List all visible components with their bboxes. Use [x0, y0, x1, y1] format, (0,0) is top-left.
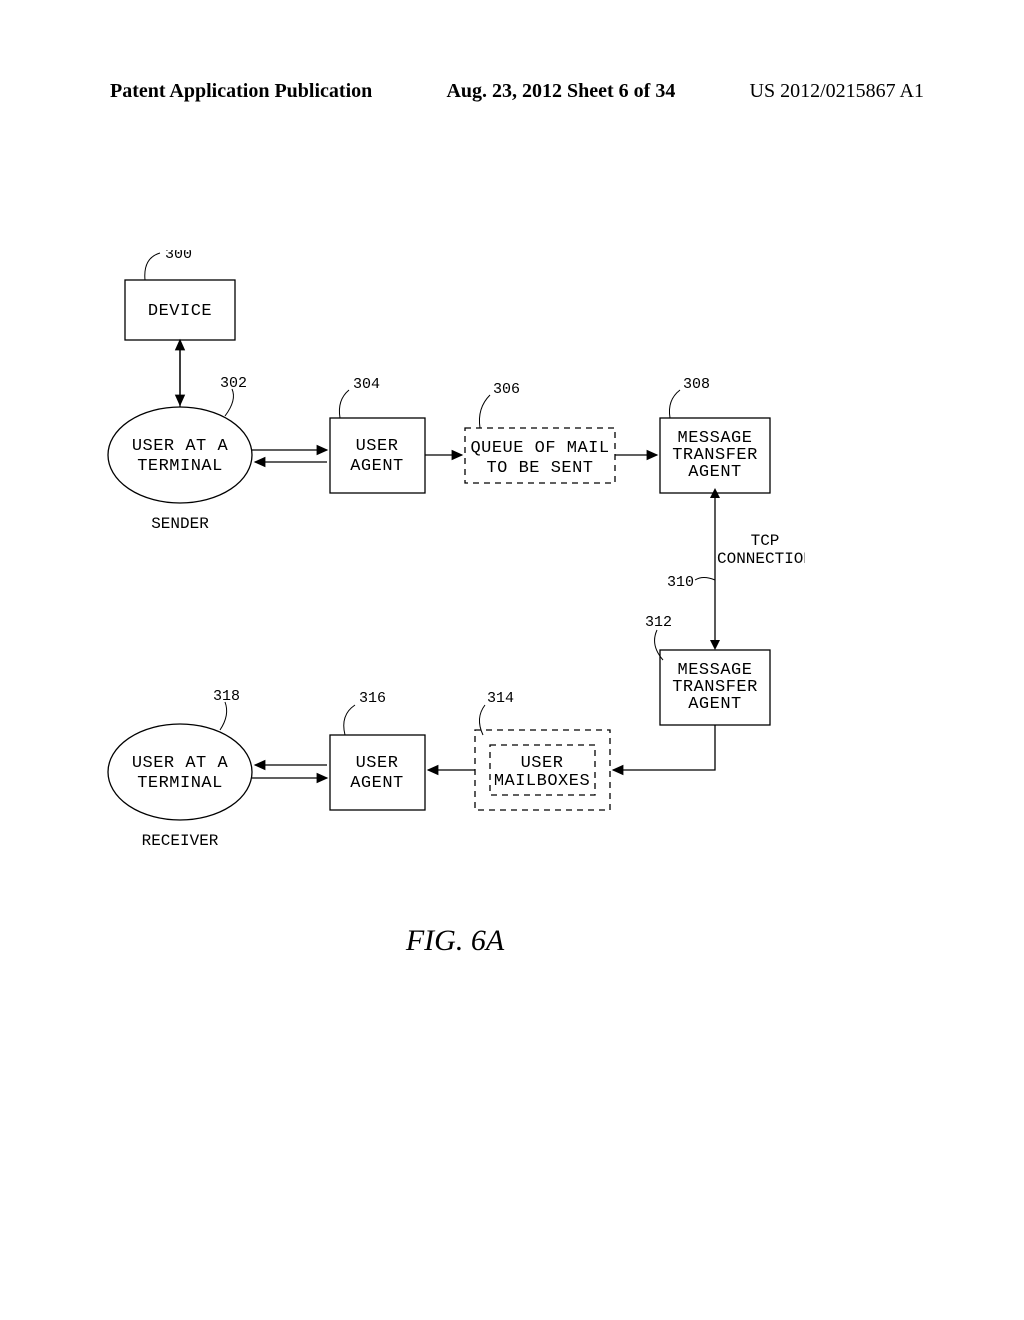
header-mid: Aug. 23, 2012 Sheet 6 of 34 [446, 80, 675, 103]
diagram-svg: DEVICE 300 USER AT A TERMINAL 302 SENDER… [105, 250, 805, 1050]
device-label: DEVICE [148, 302, 212, 321]
queue-l1: QUEUE OF MAIL [470, 439, 609, 458]
node-mta-bottom: MESSAGE TRANSFER AGENT 312 [645, 614, 770, 725]
tcp-label-part1: TCP [751, 532, 780, 550]
mta-top-ref: 308 [683, 376, 710, 393]
recv-ref: 318 [213, 688, 240, 705]
node-receiver-terminal: USER AT A TERMINAL 318 [108, 688, 252, 820]
header-right: US 2012/0215867 A1 [750, 80, 924, 103]
arrow-mta-mbox [613, 725, 715, 770]
sender-line2: TERMINAL [137, 457, 223, 476]
queue-ref: 306 [493, 381, 520, 398]
ua-bot-l1: USER [356, 754, 399, 773]
sender-line1: USER AT A [132, 437, 229, 456]
node-mailboxes: USER MAILBOXES 314 [475, 690, 610, 810]
ua-bot-ref: 316 [359, 690, 386, 707]
header-left: Patent Application Publication [110, 80, 372, 103]
sender-ref: 302 [220, 375, 247, 392]
receiver-label: RECEIVER [142, 832, 219, 850]
queue-l2: TO BE SENT [486, 459, 593, 478]
mta-bot-l3: AGENT [688, 695, 742, 714]
mbox-l1: USER [521, 754, 564, 773]
figure-title: FIG. 6A [405, 924, 505, 957]
node-user-agent-top: USER AGENT 304 [330, 376, 425, 493]
tcp-label-part2: CONNECTION [717, 550, 805, 568]
node-device: DEVICE 300 [125, 250, 235, 340]
recv-l1: USER AT A [132, 754, 229, 773]
mta-top-l3: AGENT [688, 463, 742, 482]
ua-bot-l2: AGENT [350, 774, 404, 793]
page-header: Patent Application Publication Aug. 23, … [0, 80, 1024, 103]
node-mta-top: MESSAGE TRANSFER AGENT 308 [660, 376, 770, 493]
tcp-arrow-down [710, 640, 720, 650]
tcp-ref: 310 [667, 574, 694, 591]
mbox-ref: 314 [487, 690, 514, 707]
recv-l2: TERMINAL [137, 774, 223, 793]
figure-canvas: DEVICE 300 USER AT A TERMINAL 302 SENDER… [105, 250, 805, 1050]
node-queue: QUEUE OF MAIL TO BE SENT 306 [465, 381, 615, 483]
mta-bot-ref: 312 [645, 614, 672, 631]
node-user-agent-bottom: USER AGENT 316 [330, 690, 425, 810]
device-ref: 300 [165, 250, 192, 263]
ua-top-l2: AGENT [350, 457, 404, 476]
mbox-l2: MAILBOXES [494, 772, 590, 791]
sender-label: SENDER [151, 515, 209, 533]
ua-top-ref: 304 [353, 376, 380, 393]
ua-top-l1: USER [356, 437, 399, 456]
